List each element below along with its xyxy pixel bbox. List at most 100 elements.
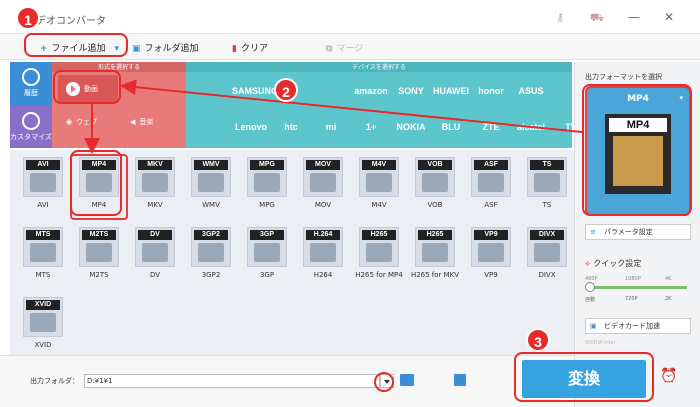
format-icon-art: [254, 173, 280, 192]
nav-history[interactable]: 履歴: [10, 62, 52, 104]
highlight-mp4-format: [70, 150, 122, 216]
format-label: MKV: [147, 201, 163, 209]
open-folder-icon[interactable]: [454, 374, 466, 386]
format-icon-tag: H265: [362, 230, 396, 240]
device-brand[interactable]: [192, 110, 230, 144]
format-item[interactable]: MKV MKV: [126, 154, 184, 220]
format-icon-art: [142, 173, 168, 192]
format-icon: VOB: [415, 157, 455, 197]
format-icon-tag: VP9: [474, 230, 508, 240]
param-settings-button[interactable]: ≡ パラメータ設定: [585, 224, 691, 240]
format-item[interactable]: 3GP 3GP: [238, 224, 296, 290]
highlight-convert: [514, 352, 654, 402]
format-item[interactable]: ASF ASF: [462, 154, 520, 220]
highlight-video-category: [53, 70, 121, 104]
category-blank[interactable]: ▭: [124, 75, 180, 103]
device-brand[interactable]: [312, 74, 350, 108]
clear-button[interactable]: ▮ クリア: [232, 41, 268, 54]
format-icon-tag: TS: [530, 160, 564, 170]
format-item[interactable]: M4V M4V: [350, 154, 408, 220]
format-icon-tag: 3GP2: [194, 230, 228, 240]
add-folder-label: フォルダ追加: [144, 44, 199, 54]
gpu-vendor-logos: NVIDIA Intel: [585, 340, 616, 346]
format-item[interactable]: MPG MPG: [238, 154, 296, 220]
device-brand[interactable]: BLU: [432, 110, 470, 144]
format-item[interactable]: DIVX DIVX: [518, 224, 576, 290]
quality-slider-knob[interactable]: [585, 282, 595, 292]
device-brand[interactable]: [192, 74, 230, 108]
device-brand[interactable]: SAMSUNG: [232, 74, 278, 108]
format-item[interactable]: AVI AVI: [14, 154, 72, 220]
slider-label: 4K: [665, 276, 672, 282]
format-item[interactable]: MOV MOV: [294, 154, 352, 220]
format-item[interactable]: M2TS M2TS: [70, 224, 128, 290]
format-icon: M4V: [359, 157, 399, 197]
param-settings-label: パラメータ設定: [604, 228, 653, 236]
format-item[interactable]: VP9 VP9: [462, 224, 520, 290]
folder-icon[interactable]: [400, 374, 414, 386]
title-bar: デオコンバータ ⚷ ⛟ — ✕: [0, 0, 700, 34]
format-item[interactable]: H.264 H264: [294, 224, 352, 290]
format-item[interactable]: XVID XVID: [14, 294, 72, 360]
format-icon: MOV: [303, 157, 343, 197]
format-item[interactable]: DV DV: [126, 224, 184, 290]
format-icon-tag: 3GP: [250, 230, 284, 240]
alarm-icon[interactable]: ⏰: [660, 368, 677, 384]
format-item[interactable]: WMV WMV: [182, 154, 240, 220]
gpu-accel-toggle[interactable]: ▣ ビデオカード加速: [585, 318, 691, 334]
quality-slider-track[interactable]: [587, 286, 687, 289]
clock-icon: [22, 68, 40, 86]
device-brand[interactable]: htc: [272, 110, 310, 144]
device-brand[interactable]: NOKIA: [392, 110, 430, 144]
format-item[interactable]: 3GP2 3GP2: [182, 224, 240, 290]
device-brand[interactable]: Lenovo: [232, 110, 270, 144]
device-brand[interactable]: ASUS: [512, 74, 550, 108]
device-brand[interactable]: SONY: [392, 74, 430, 108]
quick-settings-text: クイック設定: [593, 259, 642, 268]
bolt-icon: ⟡: [585, 259, 591, 268]
device-brand[interactable]: honor: [472, 74, 510, 108]
minimize-button[interactable]: —: [628, 10, 640, 24]
format-item[interactable]: TS TS: [518, 154, 576, 220]
device-panel: デバイスを選択する SAMSUNGGamazonSONYHUAWEIhonorA…: [186, 62, 577, 148]
device-brand[interactable]: HUAWEI: [432, 74, 470, 108]
step-badge-3: 3: [526, 328, 550, 352]
format-item[interactable]: H265 H265 for MKV: [406, 224, 464, 290]
format-icon: WMV: [191, 157, 231, 197]
format-icon-art: [422, 243, 448, 262]
highlight-dropdown: [374, 372, 394, 392]
format-icon-tag: DV: [138, 230, 172, 240]
format-label: 3GP: [259, 271, 275, 279]
format-item[interactable]: VOB VOB: [406, 154, 464, 220]
format-icon: ASF: [471, 157, 511, 197]
output-folder-input[interactable]: D:¥1¥1: [84, 374, 380, 388]
format-icon-art: [534, 243, 560, 262]
device-brand[interactable]: amazon: [352, 74, 390, 108]
slider-label: 2K: [665, 296, 672, 302]
format-icon-art: [198, 243, 224, 262]
merge-button[interactable]: ⧉ マージ: [326, 41, 363, 54]
device-brand[interactable]: 1+: [352, 110, 390, 144]
format-item[interactable]: MTS MTS: [14, 224, 72, 290]
format-item[interactable]: H265 H265 for MP4: [350, 224, 408, 290]
nav-custom[interactable]: カスタマイズ: [10, 106, 52, 148]
quick-settings-label: ⟡ クイック設定: [585, 258, 641, 269]
close-button[interactable]: ✕: [664, 10, 674, 24]
category-music[interactable]: ◀ 音楽: [124, 110, 180, 138]
device-brand[interactable]: alcatel: [512, 110, 550, 144]
format-icon-art: [422, 173, 448, 192]
device-brand[interactable]: mi: [312, 110, 350, 144]
format-icon: 3GP: [247, 227, 287, 267]
format-icon-art: [310, 173, 336, 192]
cart-icon[interactable]: ⛟: [590, 11, 604, 26]
settings-icon: [22, 112, 40, 130]
format-icon-tag: H.264: [306, 230, 340, 240]
format-icon-tag: MPG: [250, 160, 284, 170]
key-icon[interactable]: ⚷: [556, 11, 564, 24]
format-label: MOV: [314, 201, 332, 209]
add-folder-button[interactable]: ▣ フォルダ追加: [132, 41, 199, 54]
format-icon-tag: DIVX: [530, 230, 564, 240]
device-brand[interactable]: ZTE: [472, 110, 510, 144]
category-web[interactable]: ◉ ウェブ: [58, 110, 118, 138]
format-icon-tag: VOB: [418, 160, 452, 170]
